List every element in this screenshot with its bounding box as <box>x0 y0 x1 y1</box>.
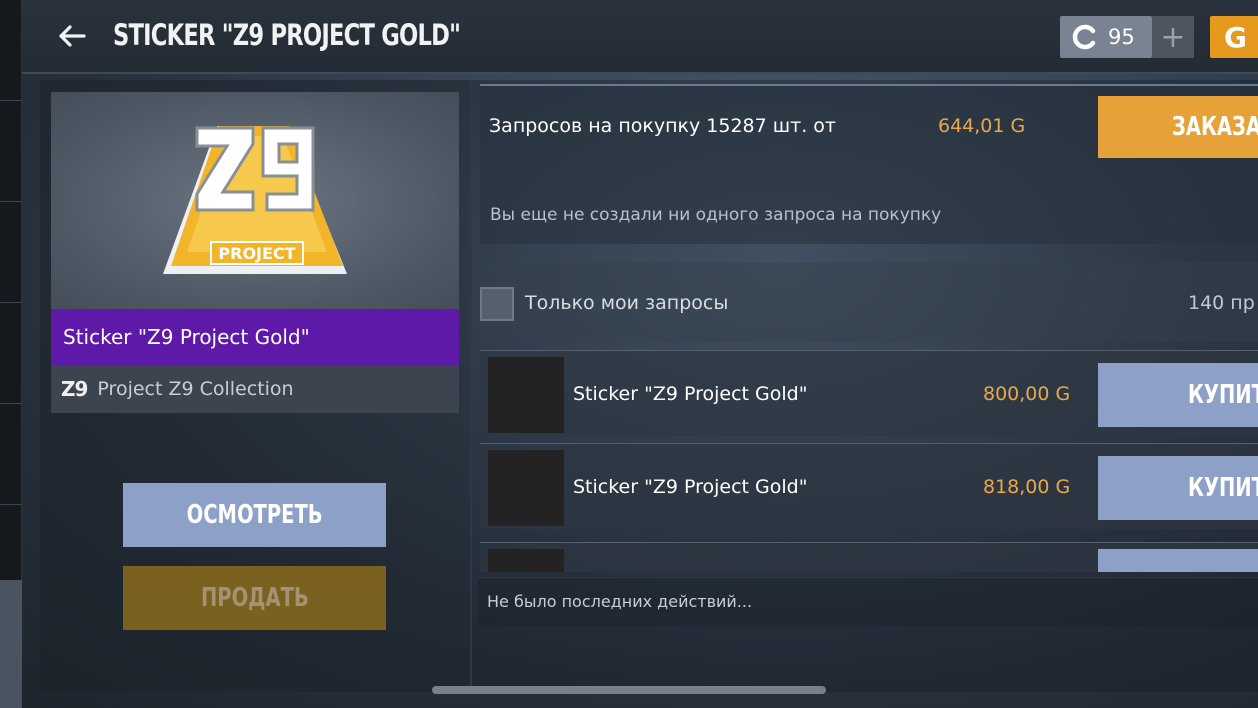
listing-row: Sticker "Z9 Project Gold" 818,00 G КУПИТ… <box>480 443 1258 529</box>
rail-divider <box>0 201 22 202</box>
buy-requests-min-price: 644,01 G <box>938 115 1026 137</box>
item-name: Sticker "Z9 Project Gold" <box>63 325 310 349</box>
my-requests-label: Только мои запросы <box>525 292 729 314</box>
history-message: Не было последних действий... <box>487 592 753 611</box>
rail-divider <box>0 100 22 101</box>
listing-name: Sticker "Z9 Project Gold" <box>573 383 808 405</box>
credits-counter: 95 <box>1060 16 1152 58</box>
arrow-left-icon <box>59 25 86 47</box>
listing-price: 800,00 G <box>983 383 1071 405</box>
collection-name: Project Z9 Collection <box>97 378 294 400</box>
credits-icon <box>1072 24 1096 50</box>
gold-icon: G <box>1224 20 1247 54</box>
sell-label: ПРОДАТЬ <box>200 583 309 613</box>
item-name-bar: Sticker "Z9 Project Gold" <box>51 309 459 365</box>
buy-button[interactable] <box>1098 549 1258 572</box>
listing-thumbnail <box>488 549 564 572</box>
listing-thumbnail <box>488 357 564 433</box>
plus-icon: + <box>1160 19 1186 55</box>
rail-active-tab[interactable] <box>0 580 22 708</box>
buy-label: КУПИТЬ <box>1188 380 1258 410</box>
page-title: STICKER "Z9 PROJECT GOLD" <box>113 18 461 52</box>
listing-count: 140 пр <box>1188 292 1255 314</box>
back-button[interactable] <box>52 16 92 56</box>
buy-requests-summary: Запросов на покупку 15287 шт. от <box>489 115 837 137</box>
home-indicator[interactable] <box>432 686 826 694</box>
no-requests-message: Вы еще не создали ни одного запроса на п… <box>490 205 942 225</box>
order-label: ЗАКАЗА <box>1172 112 1258 142</box>
listing-name: Sticker "Z9 Project Gold" <box>573 476 808 498</box>
collection-icon: Z9 <box>61 377 88 401</box>
inspect-label: ОСМОТРЕТЬ <box>186 500 323 530</box>
my-requests-checkbox[interactable] <box>480 287 514 321</box>
inspect-button[interactable]: ОСМОТРЕТЬ <box>123 483 386 547</box>
rail-divider <box>0 504 22 505</box>
sell-button[interactable]: ПРОДАТЬ <box>123 566 386 630</box>
add-credits-button[interactable]: + <box>1152 16 1194 58</box>
sticker-logo-text: PROJECT <box>218 244 295 263</box>
rail-divider <box>0 302 22 303</box>
collection-row[interactable]: Z9 Project Z9 Collection <box>51 365 459 413</box>
listing-row: Sticker "Z9 Project Gold" 800,00 G КУПИТ… <box>480 350 1258 436</box>
credits-value: 95 <box>1108 25 1135 49</box>
gold-counter[interactable]: G <box>1210 16 1258 58</box>
sticker-preview[interactable]: PROJECT <box>51 92 459 310</box>
listing-thumbnail <box>488 450 564 526</box>
z9-sticker-image: PROJECT <box>163 126 347 274</box>
buy-button[interactable]: КУПИТЬ <box>1098 363 1258 427</box>
side-nav-rail <box>0 0 22 708</box>
buy-button[interactable]: КУПИТЬ <box>1098 456 1258 520</box>
rail-divider <box>0 403 22 404</box>
header-bar: STICKER "Z9 PROJECT GOLD" 95 + G <box>22 0 1258 74</box>
listing-price: 818,00 G <box>983 476 1071 498</box>
buy-label: КУПИТЬ <box>1188 473 1258 503</box>
listing-row-partial <box>480 542 1258 572</box>
order-button[interactable]: ЗАКАЗА <box>1098 96 1258 158</box>
